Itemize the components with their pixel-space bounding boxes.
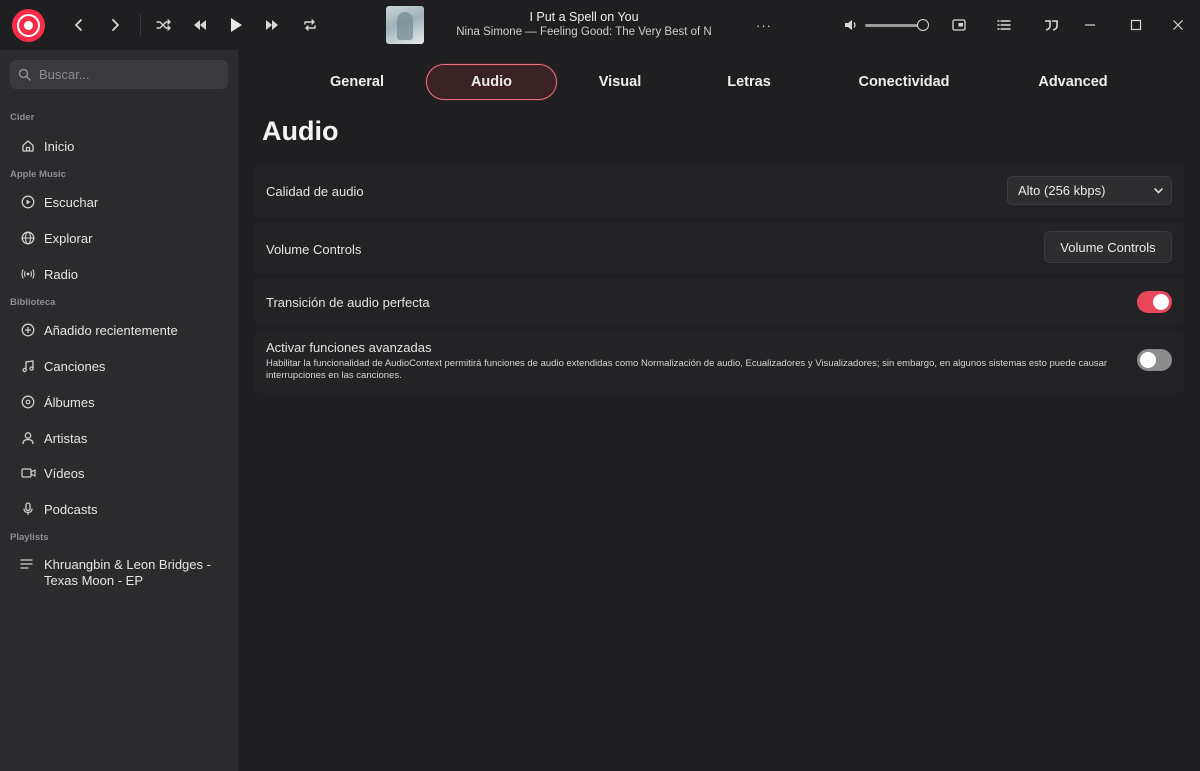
sidebar-item-label: Artistas <box>44 430 88 446</box>
playlist-name-line1: Khruangbin & Leon Bridges - <box>44 557 211 572</box>
tab-audio[interactable]: Audio <box>426 64 557 100</box>
album-icon <box>20 394 36 410</box>
tab-visual[interactable]: Visual <box>580 64 660 100</box>
sidebar-item-label: Radio <box>44 266 78 282</box>
volume-controls-label: Volume Controls <box>266 242 362 257</box>
sidebar-item-artists[interactable]: Artistas <box>10 423 228 453</box>
close-window-icon[interactable] <box>1165 12 1191 38</box>
setting-row-gapless: Transición de audio perfecta <box>254 279 1184 325</box>
microphone-icon <box>20 501 36 517</box>
volume-controls-button[interactable]: Volume Controls <box>1044 231 1172 263</box>
tab-lyrics[interactable]: Letras <box>708 64 790 100</box>
track-subtitle[interactable]: Nina Simone — Feeling Good: The Very Bes… <box>440 26 728 38</box>
cider-logo-icon[interactable] <box>12 9 45 42</box>
section-label-playlists: Playlists <box>10 532 49 543</box>
more-options-icon[interactable]: ··· <box>751 12 777 38</box>
playlist-label: Khruangbin & Leon Bridges - Texas Moon -… <box>44 557 211 589</box>
sidebar-item-recently-added[interactable]: Añadido recientemente <box>10 315 228 345</box>
miniplayer-icon[interactable] <box>946 12 972 38</box>
sidebar-item-label: Vídeos <box>44 465 85 481</box>
minimize-window-icon[interactable] <box>1077 12 1103 38</box>
globe-icon <box>20 230 36 246</box>
toggle-knob <box>1153 294 1169 310</box>
sidebar-item-home[interactable]: Inicio <box>10 131 228 161</box>
album-artwork[interactable] <box>386 6 424 44</box>
gapless-label: Transición de audio perfecta <box>266 295 430 310</box>
section-label-library: Biblioteca <box>10 297 56 308</box>
video-icon <box>20 465 36 481</box>
music-note-icon <box>20 358 36 374</box>
sidebar-item-albums[interactable]: Álbumes <box>10 387 228 417</box>
settings-page: General Audio Visual Letras Conectividad… <box>238 50 1200 771</box>
play-icon[interactable] <box>223 12 249 38</box>
tab-general[interactable]: General <box>316 64 398 100</box>
sidebar-item-label: Explorar <box>44 230 93 246</box>
sidebar-item-label: Añadido recientemente <box>44 322 178 338</box>
gapless-toggle[interactable] <box>1137 291 1172 313</box>
person-icon <box>20 430 36 446</box>
lyrics-icon[interactable] <box>1038 12 1064 38</box>
sidebar-item-label: Álbumes <box>44 394 95 410</box>
queue-icon[interactable] <box>991 12 1017 38</box>
previous-track-icon[interactable] <box>187 12 213 38</box>
sidebar: Cider Inicio Apple Music Escuchar Explor… <box>0 50 238 771</box>
now-playing-info: I Put a Spell on You Nina Simone — Feeli… <box>440 10 728 38</box>
sidebar-item-podcasts[interactable]: Podcasts <box>10 494 228 524</box>
volume-control[interactable] <box>843 16 933 34</box>
maximize-window-icon[interactable] <box>1123 12 1149 38</box>
sidebar-item-browse[interactable]: Explorar <box>10 223 228 253</box>
advanced-features-toggle[interactable] <box>1137 349 1172 371</box>
sidebar-item-label: Escuchar <box>44 194 99 210</box>
sidebar-item-label: Canciones <box>44 358 106 374</box>
repeat-icon[interactable] <box>297 12 323 38</box>
back-icon[interactable] <box>66 12 92 38</box>
sidebar-item-radio[interactable]: Radio <box>10 259 228 289</box>
sidebar-item-listen[interactable]: Escuchar <box>10 187 228 217</box>
volume-slider-thumb[interactable] <box>917 19 929 31</box>
chevron-down-icon <box>1154 188 1163 194</box>
radio-icon <box>20 266 36 282</box>
volume-slider-track[interactable] <box>865 24 925 27</box>
search-input[interactable] <box>39 67 219 82</box>
track-title[interactable]: I Put a Spell on You <box>440 10 728 24</box>
list-icon <box>20 557 36 589</box>
sidebar-playlist-item[interactable]: Khruangbin & Leon Bridges - Texas Moon -… <box>10 557 228 589</box>
tab-advanced[interactable]: Advanced <box>1020 64 1126 100</box>
audio-quality-select[interactable]: Alto (256 kbps) <box>1007 176 1172 205</box>
settings-tabs: General Audio Visual Letras Conectividad… <box>238 62 1200 102</box>
audio-quality-label: Calidad de audio <box>266 184 364 199</box>
page-title: Audio <box>262 116 339 146</box>
toolbar-divider <box>140 14 141 36</box>
audio-quality-value: Alto (256 kbps) <box>1018 183 1106 198</box>
section-label-cider: Cider <box>10 112 35 123</box>
search-icon <box>18 68 31 81</box>
play-circle-icon <box>20 194 36 210</box>
sidebar-item-label: Podcasts <box>44 501 98 517</box>
sidebar-item-songs[interactable]: Canciones <box>10 351 228 381</box>
speaker-icon[interactable] <box>843 18 859 32</box>
forward-icon[interactable] <box>102 12 128 38</box>
tab-connectivity[interactable]: Conectividad <box>844 64 964 100</box>
next-track-icon[interactable] <box>259 12 285 38</box>
toggle-knob <box>1140 352 1156 368</box>
setting-row-audio-quality: Calidad de audio Alto (256 kbps) <box>254 165 1184 217</box>
sidebar-item-label: Inicio <box>44 138 75 154</box>
playlist-name-line2: Texas Moon - EP <box>44 573 143 588</box>
section-label-apple-music: Apple Music <box>10 169 66 180</box>
home-icon <box>20 138 36 154</box>
advanced-features-description: Habilitar la funcionalidad de AudioConte… <box>266 358 1108 381</box>
plus-circle-icon <box>20 322 36 338</box>
sidebar-item-videos[interactable]: Vídeos <box>10 458 228 488</box>
setting-row-advanced-features: Activar funciones avanzadas Habilitar la… <box>254 331 1184 393</box>
advanced-features-label: Activar funciones avanzadas <box>266 340 432 355</box>
title-bar: I Put a Spell on You Nina Simone — Feeli… <box>0 0 1200 50</box>
setting-row-volume-controls: Volume Controls Volume Controls <box>254 223 1184 273</box>
search-box[interactable] <box>10 60 228 89</box>
shuffle-icon[interactable] <box>151 12 177 38</box>
